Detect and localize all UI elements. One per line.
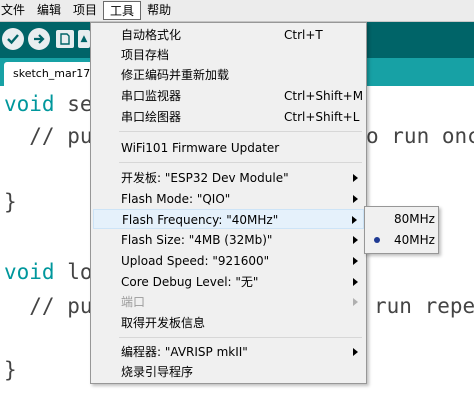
menu-separator <box>119 337 362 338</box>
submenu-arrow-icon <box>353 278 358 286</box>
code-fragment: run repea <box>374 294 474 318</box>
verify-button[interactable] <box>2 28 24 50</box>
menu-item-auto-format[interactable]: 自动格式化 Ctrl+T <box>93 25 364 45</box>
submenu-arrow-icon <box>353 348 358 356</box>
menu-help[interactable]: 帮助 <box>141 1 177 20</box>
submenu-arrow-icon <box>352 216 357 224</box>
submenu-arrow-icon <box>353 195 358 203</box>
menu-item-flash-frequency[interactable]: Flash Frequency: "40MHz" <box>93 209 364 229</box>
menu-sketch[interactable]: 项目 <box>67 1 103 20</box>
submenu-arrow-icon <box>353 298 358 306</box>
open-icon: ▲ <box>80 34 88 44</box>
menu-item-upload-speed[interactable]: Upload Speed: "921600" <box>93 251 364 271</box>
menu-item-serial-monitor[interactable]: 串口监视器 Ctrl+Shift+M <box>93 86 364 106</box>
radio-selected-icon <box>374 237 380 243</box>
menu-item-flash-size[interactable]: Flash Size: "4MB (32Mb)" <box>93 230 364 250</box>
menu-item-board-info[interactable]: 取得开发板信息 <box>93 313 364 333</box>
upload-button[interactable] <box>28 28 50 50</box>
menu-item-flash-mode[interactable]: Flash Mode: "QIO" <box>93 189 364 209</box>
menu-item-core-debug-level[interactable]: Core Debug Level: "无" <box>93 272 364 292</box>
tools-menu: 自动格式化 Ctrl+T 项目存档 修正编码并重新加载 串口监视器 Ctrl+S… <box>90 22 367 384</box>
menu-tools[interactable]: 工具 <box>103 1 142 20</box>
submenu-arrow-icon <box>353 257 358 265</box>
check-icon <box>7 34 19 45</box>
open-button[interactable]: ▲ <box>78 30 90 48</box>
code-fragment: o run once <box>366 124 474 148</box>
menu-separator <box>119 131 362 132</box>
tab-sketch[interactable]: sketch_mar17 <box>4 62 98 86</box>
new-button[interactable] <box>56 30 74 48</box>
menu-item-port: 端口 <box>93 292 364 312</box>
file-icon <box>60 33 70 45</box>
menu-item-programmer[interactable]: 编程器: "AVRISP mkII" <box>93 342 364 362</box>
submenu-arrow-icon <box>353 236 358 244</box>
menu-item-burn-bootloader[interactable]: 烧录引导程序 <box>93 362 364 382</box>
submenu-item-80mhz[interactable]: 80MHz <box>367 209 436 229</box>
menu-bar: 文件 编辑 项目 工具 帮助 <box>0 0 474 22</box>
code-line: } <box>4 190 17 214</box>
menu-item-archive-sketch[interactable]: 项目存档 <box>93 45 364 65</box>
submenu-item-40mhz[interactable]: 40MHz <box>367 230 436 250</box>
menu-item-wifi-firmware-updater[interactable]: WiFi101 Firmware Updater <box>93 138 364 158</box>
menu-item-serial-plotter[interactable]: 串口绘图器 Ctrl+Shift+L <box>93 107 364 127</box>
menu-separator <box>119 162 362 163</box>
menu-edit[interactable]: 编辑 <box>31 1 67 20</box>
submenu-arrow-icon <box>353 174 358 182</box>
flash-frequency-submenu: 80MHz 40MHz <box>364 206 439 254</box>
menu-item-board[interactable]: 开发板: "ESP32 Dev Module" <box>93 168 364 188</box>
menu-file[interactable]: 文件 <box>0 1 31 20</box>
menu-item-fix-encoding[interactable]: 修正编码并重新加载 <box>93 65 364 85</box>
arrow-right-icon <box>34 34 45 44</box>
code-line: } <box>4 358 17 382</box>
